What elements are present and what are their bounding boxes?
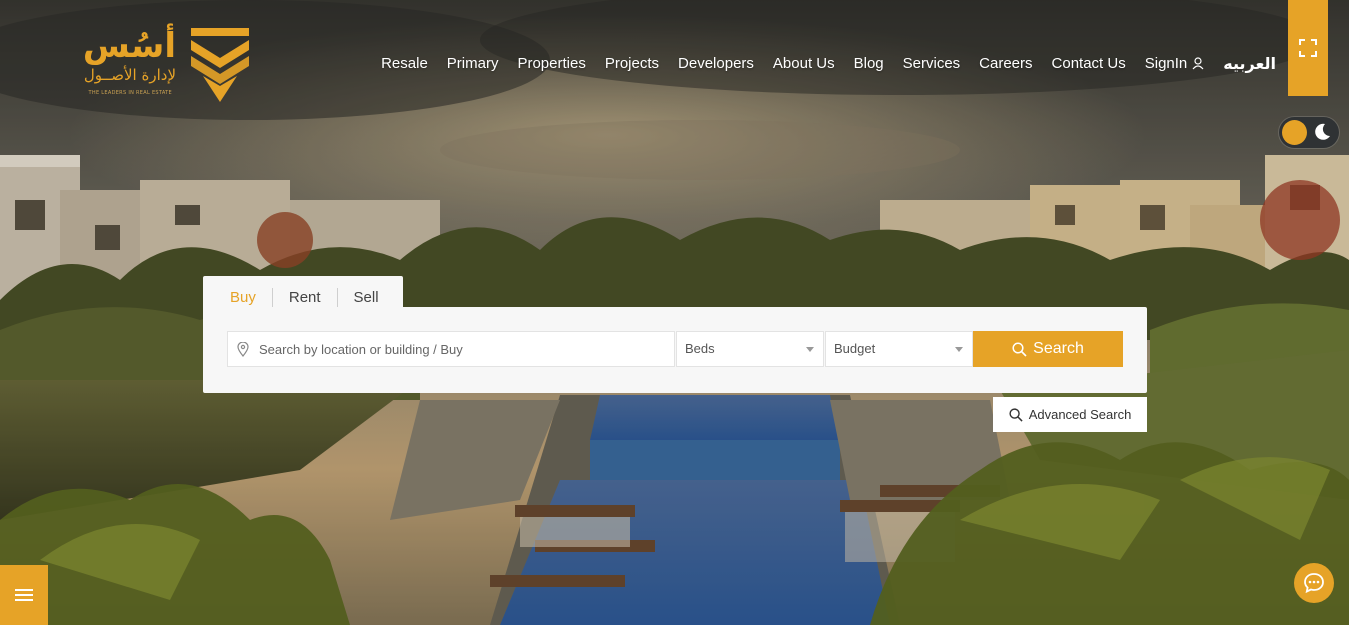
theme-toggle-knob — [1282, 120, 1307, 145]
chevron-down-icon — [806, 347, 814, 352]
brand-subtitle: لإدارة الأصــول — [83, 66, 176, 84]
user-icon — [1192, 57, 1204, 70]
main-navigation: Resale Primary Properties Projects Devel… — [362, 54, 1276, 73]
chat-button[interactable] — [1294, 563, 1334, 603]
budget-select[interactable]: Budget — [825, 331, 973, 367]
nav-primary[interactable]: Primary — [447, 55, 499, 72]
search-panel: Beds Budget Search — [203, 307, 1147, 393]
nav-developers[interactable]: Developers — [678, 55, 754, 72]
search-input[interactable] — [257, 340, 641, 358]
nav-about-us[interactable]: About Us — [773, 55, 835, 72]
signin-link[interactable]: SignIn — [1145, 55, 1205, 72]
nav-resale[interactable]: Resale — [381, 55, 428, 72]
search-icon — [1009, 407, 1023, 422]
signin-label: SignIn — [1144, 55, 1188, 72]
tab-sell[interactable]: Sell — [336, 288, 395, 308]
menu-button[interactable] — [0, 565, 48, 625]
beds-select[interactable]: Beds — [676, 331, 824, 367]
search-icon — [1012, 341, 1027, 357]
tab-buy[interactable]: Buy — [203, 288, 272, 308]
search-button[interactable]: Search — [973, 331, 1123, 367]
nav-services[interactable]: Services — [903, 55, 961, 72]
location-pin-icon — [237, 341, 249, 357]
budget-select-value: Budget — [834, 341, 876, 356]
moon-icon — [1315, 123, 1330, 140]
theme-toggle[interactable] — [1279, 117, 1339, 148]
advanced-search-label: Advanced Search — [1028, 407, 1132, 422]
hamburger-icon — [15, 589, 33, 601]
nav-blog[interactable]: Blog — [854, 55, 884, 72]
chevron-down-icon — [955, 347, 963, 352]
brand-logo[interactable]: أسُس لإدارة الأصــول THE LEADERS IN REAL… — [66, 24, 256, 104]
fullscreen-icon — [1299, 39, 1317, 57]
brand-name: أسُس — [82, 26, 176, 66]
nav-contact-us[interactable]: Contact Us — [1052, 55, 1126, 72]
location-search-field[interactable] — [227, 331, 675, 367]
fullscreen-button[interactable] — [1288, 0, 1328, 96]
brand-tagline: THE LEADERS IN REAL ESTATE — [88, 90, 172, 96]
nav-properties[interactable]: Properties — [517, 55, 585, 72]
nav-projects[interactable]: Projects — [605, 55, 659, 72]
tab-rent[interactable]: Rent — [271, 288, 337, 308]
brand-mark-icon — [191, 28, 249, 102]
advanced-search-button[interactable]: Advanced Search — [993, 397, 1147, 432]
search-button-label: Search — [1033, 340, 1084, 357]
beds-select-value: Beds — [685, 341, 715, 356]
chat-icon — [1304, 573, 1324, 594]
nav-careers[interactable]: Careers — [979, 55, 1032, 72]
language-switch[interactable]: العربيه — [1223, 54, 1276, 73]
